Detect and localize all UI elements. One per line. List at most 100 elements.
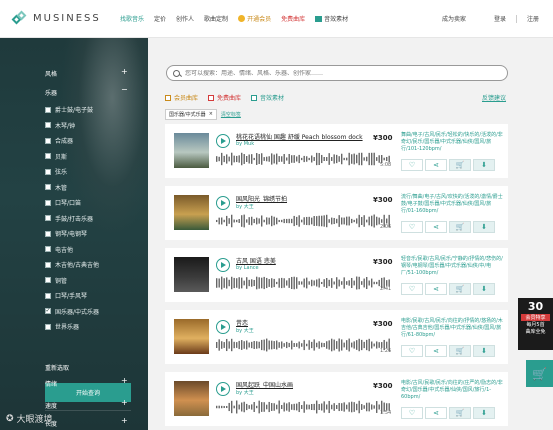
favorite-icon[interactable]: ♡ (401, 159, 423, 171)
download-icon[interactable]: ⬇ (473, 407, 495, 419)
filter-free-library[interactable]: 免费曲库 (208, 93, 241, 102)
favorite-icon[interactable]: ♡ (401, 283, 423, 295)
checkbox[interactable] (45, 106, 51, 113)
active-filter-tag[interactable]: 国乐器/中式乐器 × (165, 109, 217, 120)
play-button[interactable] (216, 320, 230, 334)
instrument-option[interactable]: 世界乐器 (45, 322, 79, 331)
album-cover[interactable] (174, 319, 209, 354)
play-button[interactable] (216, 258, 230, 272)
waveform[interactable] (216, 276, 392, 290)
checkbox[interactable] (45, 230, 51, 237)
reset-selection-link[interactable]: 重新选取 (45, 363, 69, 372)
nav-free-library[interactable]: 免费曲库 (281, 14, 305, 23)
track-title[interactable]: 昔恋 (236, 318, 248, 327)
plus-icon[interactable]: + (121, 67, 128, 76)
cart-icon[interactable]: 🛒 (526, 360, 553, 387)
login-link[interactable]: 登录 (494, 14, 506, 23)
instrument-option[interactable]: 木琴/钟 (45, 121, 75, 130)
track-title[interactable]: 古风 国语 悲美 (236, 256, 276, 265)
instrument-option[interactable]: 弦乐 (45, 167, 67, 176)
instrument-option[interactable]: 手鼓/打击乐器 (45, 214, 93, 223)
instrument-option[interactable]: 钢琴/电钢琴 (45, 229, 87, 238)
waveform[interactable] (216, 214, 392, 228)
instrument-filter-header[interactable]: 乐器 (45, 88, 57, 97)
checkbox[interactable] (45, 122, 51, 128)
download-icon[interactable]: ⬇ (473, 221, 495, 233)
cart-icon[interactable]: 🛒 (449, 345, 471, 357)
nav-pricing[interactable]: 定价 (154, 14, 166, 23)
track-title[interactable]: 桃花花语桃仙 国趣 舒缓 Peach blossom dock (236, 132, 363, 141)
tempo-filter-header[interactable]: 速度 (45, 401, 57, 410)
checkbox[interactable] (45, 323, 51, 330)
track-artist[interactable]: by Muk (236, 141, 254, 147)
cart-icon[interactable]: 🛒 (449, 283, 471, 295)
instrument-option[interactable]: 口琴/手风琴 (45, 291, 87, 300)
vip-promo-badge[interactable]: 30 会员特享 每月5首 曲库全免 (518, 298, 553, 350)
favorite-icon[interactable]: ♡ (401, 407, 423, 419)
mood-filter-header-visible[interactable]: 情绪 (45, 379, 57, 388)
waveform[interactable] (216, 152, 392, 166)
cart-icon[interactable]: 🛒 (449, 221, 471, 233)
instrument-option[interactable]: 爵士鼓/电子鼓 (45, 105, 93, 114)
track-artist[interactable]: by 大王 (236, 389, 254, 396)
album-cover[interactable] (174, 133, 209, 168)
track-title[interactable]: 国风起跃_中国山水画 (236, 380, 293, 389)
checkbox-checked[interactable]: ✓ (45, 308, 51, 314)
checkbox[interactable] (45, 261, 51, 268)
instrument-option[interactable]: 木管 (45, 183, 67, 192)
favorite-icon[interactable]: ♡ (401, 345, 423, 357)
play-button[interactable] (216, 196, 230, 210)
checkbox[interactable] (45, 277, 51, 283)
filter-vip-library[interactable]: 会员曲库 (165, 93, 198, 102)
plus-icon[interactable]: + (121, 398, 128, 407)
nav-custom-song[interactable]: 歌曲定制 (204, 14, 228, 23)
share-icon[interactable]: ⋖ (425, 221, 447, 233)
nav-vip[interactable]: 开通会员 (238, 14, 271, 23)
track-artist[interactable]: by 大王 (236, 327, 254, 334)
waveform[interactable] (216, 400, 392, 414)
start-search-button[interactable]: 开始查询 (45, 383, 131, 402)
plus-icon[interactable]: + (121, 416, 128, 425)
track-artist[interactable]: by 大王 (236, 203, 254, 210)
track-title[interactable]: 国风阳光_锦绣节拍 (236, 194, 287, 203)
nav-find-music[interactable]: 找歌音乐 (120, 14, 144, 23)
feedback-link[interactable]: 反馈建议 (482, 93, 506, 102)
logo[interactable]: MUSINESS (11, 10, 112, 27)
nav-creators[interactable]: 创作人 (176, 14, 194, 23)
instrument-option[interactable]: 木吉他/古典吉他 (45, 260, 99, 269)
share-icon[interactable]: ⋖ (425, 345, 447, 357)
instrument-option[interactable]: 铜管 (45, 276, 67, 285)
play-button[interactable] (216, 382, 230, 396)
style-filter-header[interactable]: 风格 (45, 69, 57, 78)
checkbox[interactable] (45, 246, 51, 252)
share-icon[interactable]: ⋖ (425, 407, 447, 419)
album-cover[interactable] (174, 257, 209, 292)
become-seller-link[interactable]: 成为卖家 (442, 14, 466, 23)
checkbox[interactable] (45, 184, 51, 190)
checkbox[interactable] (45, 137, 51, 144)
checkbox[interactable] (45, 168, 51, 175)
share-icon[interactable]: ⋖ (425, 159, 447, 171)
checkbox[interactable] (208, 94, 215, 101)
close-icon[interactable]: × (209, 111, 213, 118)
album-cover[interactable] (174, 195, 209, 230)
album-cover[interactable] (174, 381, 209, 416)
download-icon[interactable]: ⬇ (473, 159, 495, 171)
download-icon[interactable]: ⬇ (473, 345, 495, 357)
instrument-option[interactable]: 贝斯 (45, 152, 67, 161)
clear-tags-link[interactable]: 清空标签 (221, 111, 241, 118)
waveform[interactable] (216, 338, 392, 352)
nav-sound-effects[interactable]: 音效素材 (315, 14, 348, 23)
filter-sound-effects[interactable]: 音效素材 (251, 93, 284, 102)
checkbox[interactable] (251, 94, 258, 101)
favorite-icon[interactable]: ♡ (401, 221, 423, 233)
search-bar[interactable] (166, 65, 508, 81)
checkbox[interactable] (45, 292, 51, 299)
checkbox[interactable] (45, 215, 51, 221)
minus-icon[interactable]: − (121, 85, 128, 94)
play-button[interactable] (216, 134, 230, 148)
plus-icon[interactable]: + (121, 376, 128, 385)
search-input[interactable] (185, 69, 485, 77)
checkbox[interactable] (45, 199, 51, 206)
checkbox[interactable] (165, 94, 171, 101)
